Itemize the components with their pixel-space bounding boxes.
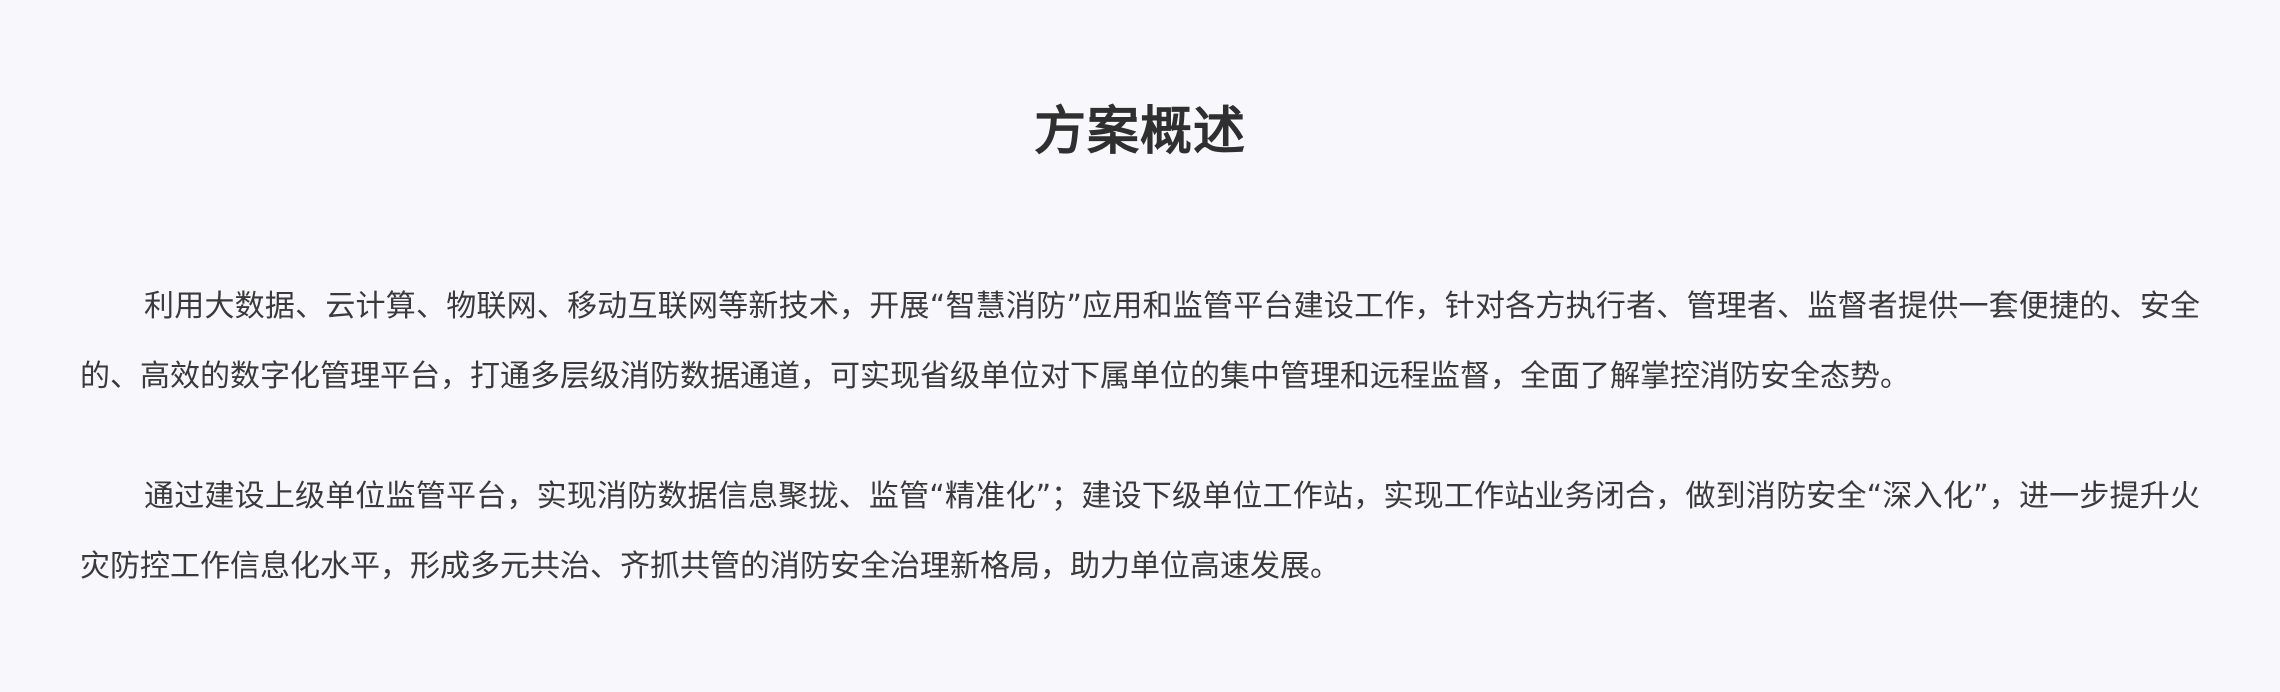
overview-paragraph-2: 通过建设上级单位监管平台，实现消防数据信息聚拢、监管“精准化”；建设下级单位工作… [80,479,2200,584]
overview-content: 利用大数据、云计算、物联网、移动互联网等新技术，开展“智慧消防”应用和监管平台建… [80,272,2200,602]
page-title: 方案概述 [1033,102,1246,162]
overview-paragraph-1: 利用大数据、云计算、物联网、移动互联网等新技术，开展“智慧消防”应用和监管平台建… [80,289,2200,394]
